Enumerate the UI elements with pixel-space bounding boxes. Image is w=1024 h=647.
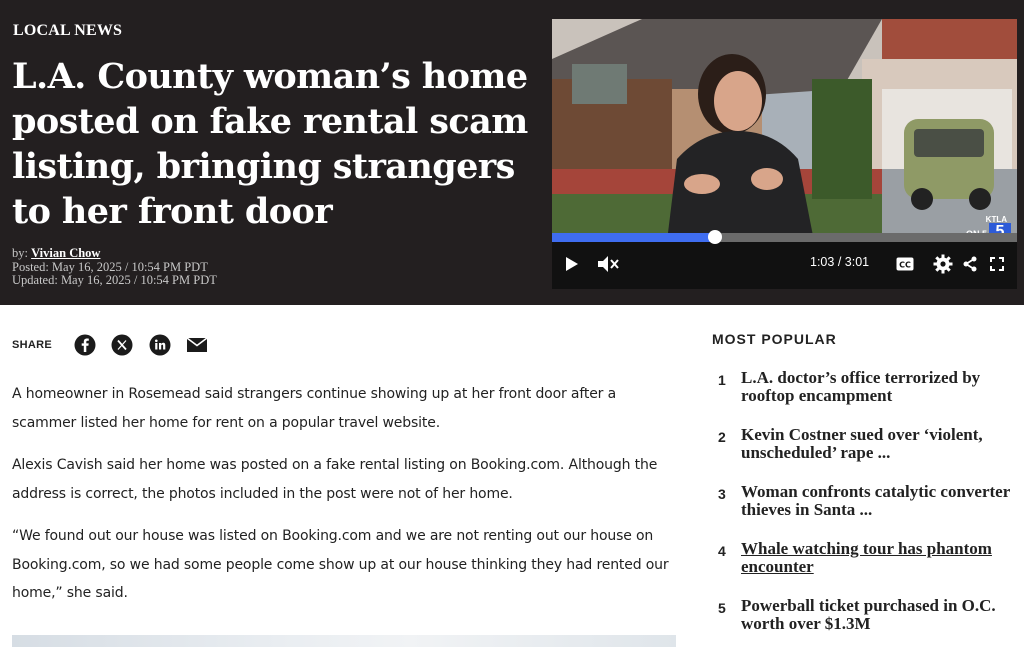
byline-prefix: by: bbox=[12, 246, 32, 260]
share-facebook-button[interactable] bbox=[74, 334, 96, 356]
settings-button[interactable] bbox=[930, 251, 956, 277]
share-email-button[interactable] bbox=[186, 334, 208, 356]
popular-rank: 1 bbox=[718, 372, 726, 388]
share-x-button[interactable] bbox=[111, 334, 133, 356]
most-popular-heading: MOST POPULAR bbox=[712, 331, 837, 347]
video-scrubber-handle[interactable] bbox=[707, 230, 722, 244]
popular-rank: 4 bbox=[718, 543, 726, 559]
x-icon bbox=[111, 334, 133, 356]
video-progress-bar[interactable] bbox=[552, 230, 1017, 244]
popular-link[interactable]: Kevin Costner sued over ‘violent, unsche… bbox=[741, 426, 1024, 462]
section-kicker[interactable]: LOCAL NEWS bbox=[13, 22, 122, 40]
article-paragraph: Alexis Cavish said her home was posted o… bbox=[12, 457, 658, 502]
share-icon bbox=[963, 256, 977, 272]
captions-button[interactable]: CC bbox=[892, 251, 918, 277]
share-video-button[interactable] bbox=[957, 251, 983, 277]
popular-link[interactable]: Woman confronts catalytic converter thie… bbox=[741, 483, 1024, 519]
article-image-preview bbox=[12, 635, 676, 647]
facebook-icon bbox=[74, 334, 96, 356]
article-hero: LOCAL NEWS L.A. County woman’s home post… bbox=[0, 0, 1024, 305]
fullscreen-button[interactable] bbox=[984, 251, 1010, 277]
mute-button[interactable] bbox=[595, 251, 621, 277]
share-linkedin-button[interactable] bbox=[149, 334, 171, 356]
article-body: A homeowner in Rosemead said strangers c… bbox=[12, 380, 672, 622]
video-controls: 1:03 / 3:01 CC bbox=[552, 244, 1017, 289]
svg-text:CC: CC bbox=[899, 261, 911, 270]
author-line: by: Vivian Chow bbox=[12, 246, 217, 261]
linkedin-icon bbox=[149, 334, 171, 356]
time-separator: / bbox=[834, 255, 845, 269]
popular-rank: 2 bbox=[718, 429, 726, 445]
article-headline: L.A. County woman’s home posted on fake … bbox=[12, 56, 528, 232]
popular-rank: 5 bbox=[718, 600, 726, 616]
play-button[interactable] bbox=[559, 251, 585, 277]
popular-link[interactable]: Whale watching tour has phantom encounte… bbox=[741, 540, 1024, 576]
article-paragraph: A homeowner in Rosemead said strangers c… bbox=[12, 386, 617, 431]
current-time: 1:03 bbox=[810, 255, 835, 269]
video-time: 1:03 / 3:01 bbox=[810, 255, 869, 269]
video-progress-fill bbox=[552, 233, 715, 242]
share-bar: SHARE bbox=[12, 333, 232, 359]
video-still-image bbox=[552, 19, 1017, 241]
settings-icon bbox=[933, 254, 953, 274]
most-popular-sidebar: MOST POPULAR 1 L.A. doctor’s office terr… bbox=[712, 331, 1022, 633]
mute-icon bbox=[598, 256, 619, 272]
play-icon bbox=[566, 257, 578, 271]
share-label: SHARE bbox=[12, 339, 53, 351]
duration: 3:01 bbox=[844, 255, 870, 269]
popular-link[interactable]: Powerball ticket purchased in O.C. worth… bbox=[741, 597, 1024, 633]
updated-date: Updated: May 16, 2025 / 10:54 PM PDT bbox=[12, 273, 217, 287]
fullscreen-icon bbox=[990, 257, 1004, 271]
popular-rank: 3 bbox=[718, 486, 726, 502]
posted-date: Posted: May 16, 2025 / 10:54 PM PDT bbox=[12, 259, 208, 274]
video-player[interactable]: KTLA 5 ON 5 1:03 / 3:01 CC bbox=[552, 19, 1017, 289]
article-paragraph: “We found out our house was listed on Bo… bbox=[12, 528, 669, 601]
email-icon bbox=[186, 337, 208, 352]
video-frame[interactable]: KTLA 5 ON 5 bbox=[552, 19, 1017, 241]
byline: by: Vivian Chow Posted: May 16, 2025 / 1… bbox=[12, 246, 217, 288]
author-link[interactable]: Vivian Chow bbox=[31, 246, 100, 260]
popular-link[interactable]: L.A. doctor’s office terrorized by rooft… bbox=[741, 369, 1024, 405]
closed-captions-icon: CC bbox=[896, 257, 914, 271]
